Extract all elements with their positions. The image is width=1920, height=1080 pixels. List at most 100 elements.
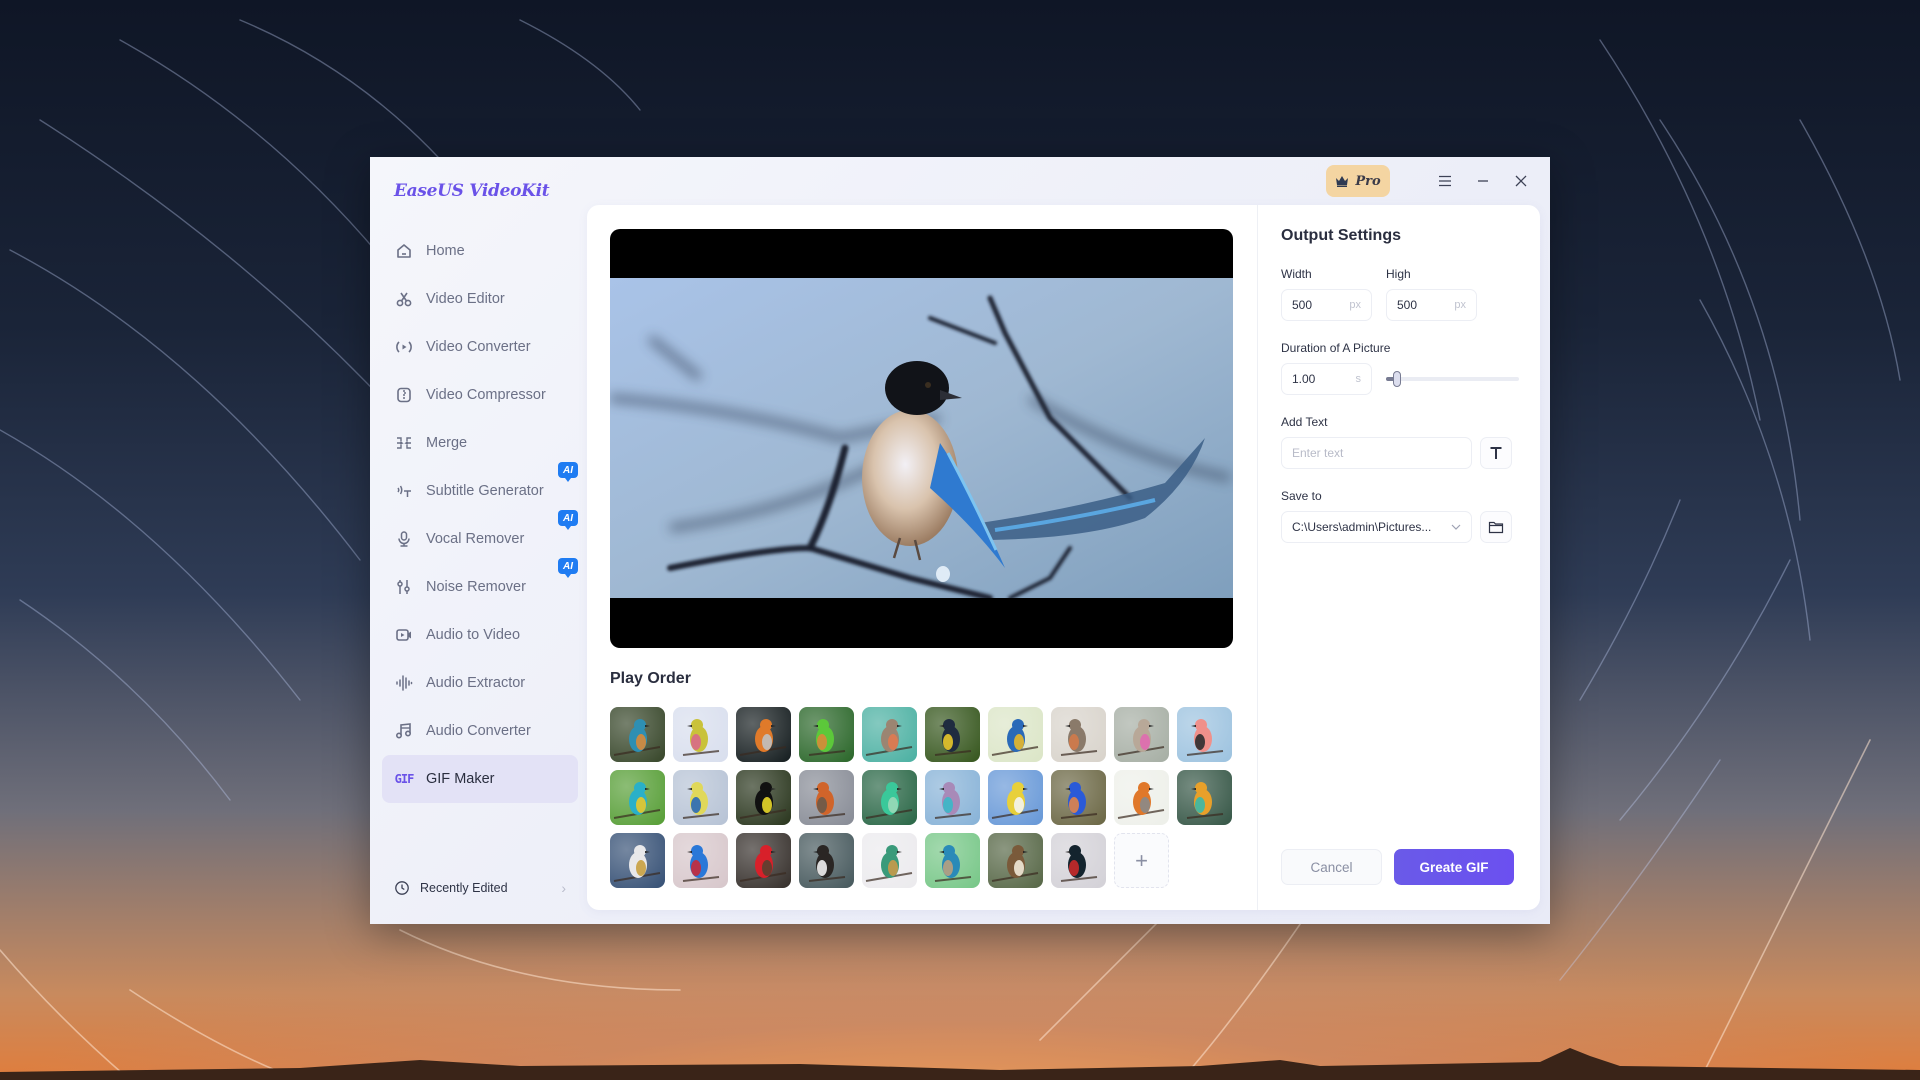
sidebar-item-label: Merge [426, 435, 468, 451]
sidebar-item-noise-remover[interactable]: Noise Remover AI [382, 558, 578, 611]
play-order-thumbnail-grouse[interactable] [1051, 833, 1106, 888]
duration-input[interactable]: 1.00 s [1281, 363, 1372, 395]
play-order-thumbnail-eagle[interactable] [799, 833, 854, 888]
play-order-thumbnail-bluebird[interactable] [673, 833, 728, 888]
play-order-thumbnail-hummingbird[interactable] [1114, 707, 1169, 762]
sidebar-item-vocal-remover[interactable]: Vocal Remover AI [382, 510, 578, 563]
slider-handle[interactable] [1392, 371, 1401, 387]
sidebar-item-audio-extractor[interactable]: Audio Extractor [382, 659, 578, 707]
panel-divider [1257, 205, 1258, 910]
app-logo: EaseUS VideoKit [394, 181, 550, 201]
sidebar-item-subtitle-generator[interactable]: Subtitle Generator AI [382, 462, 578, 515]
ai-badge: AI [558, 462, 578, 482]
create-gif-button[interactable]: Greate GIF [1394, 849, 1514, 885]
play-order-thumbnail-drongo[interactable] [925, 833, 980, 888]
width-label: Width [1281, 267, 1312, 281]
play-order-thumbnail-yellow-warbler[interactable] [988, 770, 1043, 825]
pro-label: Pro [1355, 173, 1381, 189]
play-order-thumbnail-keel-billed-toucan[interactable] [736, 770, 791, 825]
thumbnail-image [610, 707, 665, 762]
thumbnail-image [862, 707, 917, 762]
play-order-thumbnail-owl[interactable] [988, 833, 1043, 888]
minimize-button[interactable] [1472, 170, 1494, 192]
sidebar-item-video-compressor[interactable]: Video Compressor [382, 371, 578, 419]
thumbnail-image [925, 770, 980, 825]
play-order-thumbnail-robin[interactable] [862, 707, 917, 762]
chevron-right-icon: › [561, 880, 566, 896]
play-order-thumbnail-green-parakeet[interactable] [799, 707, 854, 762]
play-order-thumbnail-macaw[interactable] [988, 707, 1043, 762]
compress-icon [394, 385, 414, 405]
close-button[interactable] [1510, 170, 1532, 192]
play-order-thumbnail-toucan[interactable] [925, 707, 980, 762]
minimize-icon [1478, 180, 1488, 182]
save-to-select[interactable]: C:\Users\admin\Pictures... [1281, 511, 1472, 543]
sidebar-item-merge[interactable]: Merge [382, 419, 578, 467]
thumbnail-image [925, 707, 980, 762]
main-panel: Play Order + Output Settings Width 500 p… [587, 205, 1540, 910]
recently-edited-link[interactable]: Recently Edited › [394, 876, 566, 900]
gif-preview [610, 229, 1233, 648]
add-text-input[interactable]: Enter text [1281, 437, 1472, 469]
play-order-thumbnail-blue-tit[interactable] [673, 770, 728, 825]
sidebar-item-label: Home [426, 243, 465, 259]
thumbnail-image [1051, 770, 1106, 825]
height-value: 500 [1397, 298, 1418, 312]
duration-label: Duration of A Picture [1281, 341, 1391, 355]
thumbnail-image [1114, 770, 1169, 825]
thumbnail-image [862, 770, 917, 825]
add-text-label: Add Text [1281, 415, 1328, 429]
play-order-thumbnail-rainbow-bee-eater[interactable] [1177, 770, 1232, 825]
thumbnail-image [1177, 770, 1232, 825]
thumbnail-image [988, 707, 1043, 762]
play-order-thumbnail-cardinal[interactable] [736, 833, 791, 888]
crown-icon [1336, 176, 1349, 187]
sidebar-item-video-converter[interactable]: Video Converter [382, 323, 578, 371]
home-icon [394, 241, 414, 261]
sidebar-item-label: Subtitle Generator [426, 483, 544, 499]
sidebar-item-label: Noise Remover [426, 579, 526, 595]
width-input[interactable]: 500 px [1281, 289, 1372, 321]
play-order-thumbnail-malachite-kingfisher[interactable] [1051, 770, 1106, 825]
play-order-thumbnail-robin-singing[interactable] [1051, 707, 1106, 762]
height-input[interactable]: 500 px [1386, 289, 1477, 321]
sidebar-item-audio-converter[interactable]: Audio Converter [382, 707, 578, 755]
play-order-thumbnail-bee-eater[interactable] [610, 770, 665, 825]
play-order-thumbnail-white-eye[interactable] [673, 707, 728, 762]
play-order-thumbnail-lilac-roller[interactable] [925, 770, 980, 825]
menu-button[interactable] [1434, 170, 1456, 192]
sidebar-item-home[interactable]: Home [382, 227, 578, 275]
height-unit: px [1454, 299, 1466, 311]
thumbnail-image [988, 833, 1043, 888]
browse-folder-button[interactable] [1480, 511, 1512, 543]
thumbnail-image [799, 833, 854, 888]
slider-track [1386, 377, 1519, 381]
thumbnail-image [610, 770, 665, 825]
play-order-thumbnail-robin-white[interactable] [1114, 770, 1169, 825]
play-order-thumbnail-hummingbird-flight[interactable] [862, 833, 917, 888]
play-order-thumbnail-kingfisher[interactable] [610, 707, 665, 762]
cancel-button[interactable]: Cancel [1281, 849, 1382, 885]
microphone-icon [394, 529, 414, 549]
play-order-thumbnail-tern[interactable] [610, 833, 665, 888]
close-icon [1515, 175, 1527, 187]
duration-slider[interactable] [1386, 363, 1519, 395]
thumbnail-image [1177, 707, 1232, 762]
play-order-thumbnail-flamingo[interactable] [1177, 707, 1232, 762]
output-settings-panel: Output Settings Width 500 px High 500 px [1281, 227, 1519, 543]
thumbnail-image [736, 833, 791, 888]
play-order-thumbnail-sun-conure[interactable] [736, 707, 791, 762]
play-order-thumbnail-green-hummingbird[interactable] [862, 770, 917, 825]
sidebar-item-audio-to-video[interactable]: Audio to Video [382, 611, 578, 659]
sidebar-item-video-editor[interactable]: Video Editor [382, 275, 578, 323]
menu-icon [1439, 175, 1451, 187]
sidebar-item-gif-maker[interactable]: GIF GIF Maker [382, 755, 578, 803]
pro-upgrade-button[interactable]: Pro [1326, 165, 1390, 197]
add-image-button[interactable]: + [1114, 833, 1169, 888]
text-T-icon [1490, 447, 1502, 459]
play-order-thumbnail-european-robin[interactable] [799, 770, 854, 825]
thumbnail-image [736, 770, 791, 825]
text-style-button[interactable] [1480, 437, 1512, 469]
width-value: 500 [1292, 298, 1313, 312]
thumbnail-image [673, 707, 728, 762]
